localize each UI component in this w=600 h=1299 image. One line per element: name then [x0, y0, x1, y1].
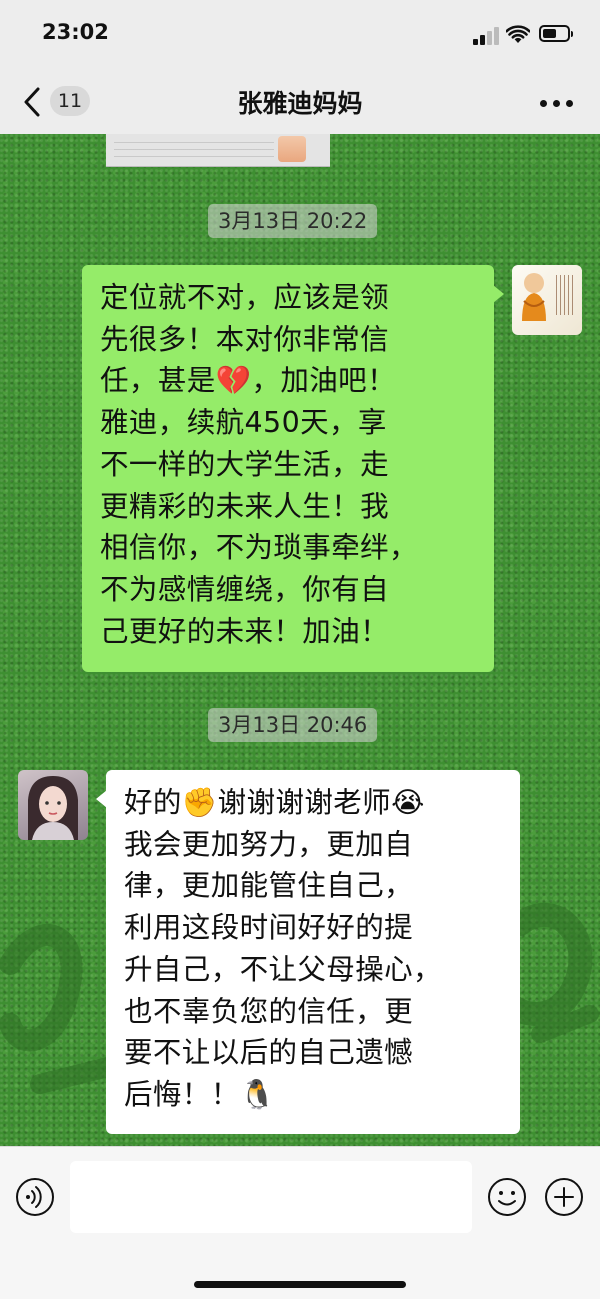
wifi-icon [506, 25, 530, 43]
message-line: 任，甚是💔，加油吧！ [100, 364, 396, 398]
sender-avatar[interactable] [512, 265, 582, 335]
back-chevron-icon[interactable] [18, 84, 48, 120]
message-timestamp: 3月13日 20:22 [208, 204, 378, 238]
status-time: 23:02 [42, 20, 109, 44]
previous-image-message[interactable] [106, 134, 330, 167]
received-message-bubble[interactable]: 好的✊谢谢谢谢老师😭 我会更加努力，更加自 律，更加能管住自己， 利用这段时间好… [96, 770, 520, 1134]
message-line: 不为感情缠绕，你有自 [100, 572, 390, 606]
monk-figurine-icon [522, 273, 546, 321]
message-line: 雅迪，续航450天，享 [100, 406, 387, 440]
message-line: 己更好的未来！加油！ [100, 614, 390, 648]
status-bar: 23:02 [0, 0, 600, 70]
message-input[interactable] [70, 1161, 472, 1233]
message-timestamp: 3月13日 20:46 [208, 708, 378, 742]
calligraphy-decoration [556, 275, 576, 315]
image-text-thumbnail [114, 136, 274, 160]
voice-input-icon[interactable] [15, 1177, 55, 1217]
chat-input-bar [0, 1146, 600, 1299]
message-line: 定位就不对，应该是领 [100, 281, 390, 314]
message-line: 升自己，不让父母操心， [124, 952, 442, 986]
chat-area[interactable]: 3月13日 20:22 定位就不对，应该是领 先很多！本对你非常信 任，甚是💔，… [0, 134, 600, 1146]
unread-count-badge[interactable]: 11 [50, 86, 90, 116]
chat-header: 11 张雅迪妈妈 [0, 70, 600, 134]
message-line: 律，更加能管住自己， [124, 869, 414, 903]
sent-message-bubble[interactable]: 定位就不对，应该是领 先很多！本对你非常信 任，甚是💔，加油吧！ 雅迪，续航45… [82, 265, 504, 672]
message-line: 好的✊谢谢谢谢老师😭 [124, 786, 425, 819]
message-line: 先很多！本对你非常信 [100, 322, 390, 356]
receiver-avatar[interactable] [18, 770, 88, 840]
message-line: 也不辜负您的信任，更 [124, 994, 414, 1028]
message-line: 更精彩的未来人生！我 [100, 489, 390, 523]
message-line: 我会更加努力，更加自 [124, 827, 414, 861]
battery-icon [539, 25, 573, 42]
girl-portrait-icon [28, 776, 78, 840]
home-indicator [194, 1281, 406, 1288]
more-options-icon[interactable] [540, 100, 574, 108]
emoji-icon[interactable] [487, 1177, 527, 1217]
message-line: 相信你，不为琐事牵绊， [100, 531, 418, 565]
message-line: 要不让以后的自己遗憾 [124, 1036, 414, 1070]
image-photo-thumbnail [278, 136, 306, 162]
cellular-signal-icon [473, 27, 501, 45]
message-line: 后悔！！🐧 [124, 1077, 276, 1111]
message-line: 不一样的大学生活，走 [100, 447, 390, 481]
message-line: 利用这段时间好好的提 [124, 911, 414, 945]
chat-title: 张雅迪妈妈 [237, 89, 363, 118]
add-attachment-icon[interactable] [544, 1177, 584, 1217]
